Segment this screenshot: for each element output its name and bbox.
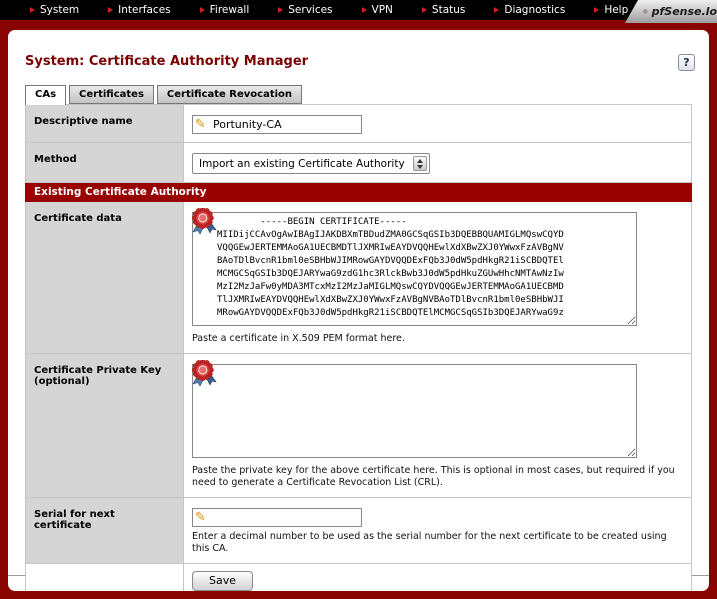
menu-arrow-icon — [594, 7, 599, 13]
menu-help[interactable]: Help — [594, 4, 628, 16]
menu-arrow-icon — [422, 7, 427, 13]
row-serial: Serial for next certificate ✎ Enter a de… — [26, 498, 692, 564]
descriptive-name-label: Descriptive name — [26, 105, 184, 143]
menu-diagnostics[interactable]: Diagnostics — [494, 4, 565, 16]
row-certificate-data: Certificate data — [26, 202, 692, 354]
row-descriptive-name: Descriptive name ✎ — [26, 105, 692, 143]
menu-arrow-icon — [108, 7, 113, 13]
method-label: Method — [26, 143, 184, 183]
private-key-textarea[interactable] — [192, 364, 637, 458]
menu-arrow-icon — [362, 7, 367, 13]
tab-cas[interactable]: CAs — [25, 85, 66, 105]
save-button[interactable]: Save — [192, 571, 253, 591]
hostname-label: pfSense.lo — [652, 5, 717, 18]
pfsense-logo-icon — [643, 5, 648, 18]
menu-label: Status — [432, 4, 465, 16]
menu-label: VPN — [372, 4, 393, 16]
descriptive-name-input[interactable] — [192, 115, 362, 134]
menu-arrow-icon — [494, 7, 499, 13]
serial-caption: Enter a decimal number to be used as the… — [192, 531, 683, 555]
row-save: Save — [26, 564, 692, 592]
save-row-spacer — [26, 564, 184, 592]
certificate-data-label: Certificate data — [26, 202, 184, 354]
tab-bar: CAs Certificates Certificate Revocation — [25, 85, 692, 104]
menu-services[interactable]: Services — [278, 4, 332, 16]
menu-arrow-icon — [200, 7, 205, 13]
menu-label: Help — [604, 4, 628, 16]
menu-status[interactable]: Status — [422, 4, 465, 16]
method-select[interactable]: Import an existing Certificate Authority — [192, 153, 430, 174]
menu-firewall[interactable]: Firewall — [200, 4, 250, 16]
title-row: System: Certificate Authority Manager ? — [8, 30, 709, 71]
menu-label: Interfaces — [118, 4, 170, 16]
row-method: Method Import an existing Certificate Au… — [26, 143, 692, 183]
menu-arrow-icon — [278, 7, 283, 13]
private-key-caption: Paste the private key for the above cert… — [192, 465, 683, 489]
top-menu-bar: System Interfaces Firewall Services VPN … — [0, 0, 717, 20]
menu-interfaces[interactable]: Interfaces — [108, 4, 170, 16]
tab-certificates[interactable]: Certificates — [69, 85, 154, 104]
menu-label: Firewall — [210, 4, 250, 16]
serial-label: Serial for next certificate — [26, 498, 184, 564]
pfsense-logo-tab[interactable]: pfSense.lo — [625, 0, 717, 23]
menu-arrow-icon — [30, 7, 35, 13]
serial-input[interactable] — [192, 508, 362, 527]
section-header: Existing Certificate Authority — [26, 183, 692, 202]
ca-form-table: Descriptive name ✎ Method Import an exis… — [25, 104, 692, 591]
row-section-header: Existing Certificate Authority — [26, 183, 692, 202]
content-card: System: Certificate Authority Manager ? … — [8, 30, 709, 591]
help-icon[interactable]: ? — [678, 54, 695, 71]
row-private-key: Certificate Private Key (optional) — [26, 354, 692, 498]
tab-certificate-revocation[interactable]: Certificate Revocation — [157, 85, 302, 104]
private-key-label: Certificate Private Key (optional) — [26, 354, 184, 498]
page-title: System: Certificate Authority Manager — [25, 54, 308, 69]
certificate-data-textarea[interactable]: -----BEGIN CERTIFICATE----- MIIDijCCAvOg… — [192, 212, 637, 326]
menu-label: System — [40, 4, 79, 16]
menu-system[interactable]: System — [30, 4, 79, 16]
menu-vpn[interactable]: VPN — [362, 4, 393, 16]
menu-label: Diagnostics — [504, 4, 565, 16]
certificate-data-caption: Paste a certificate in X.509 PEM format … — [192, 333, 683, 345]
menu-label: Services — [288, 4, 332, 16]
